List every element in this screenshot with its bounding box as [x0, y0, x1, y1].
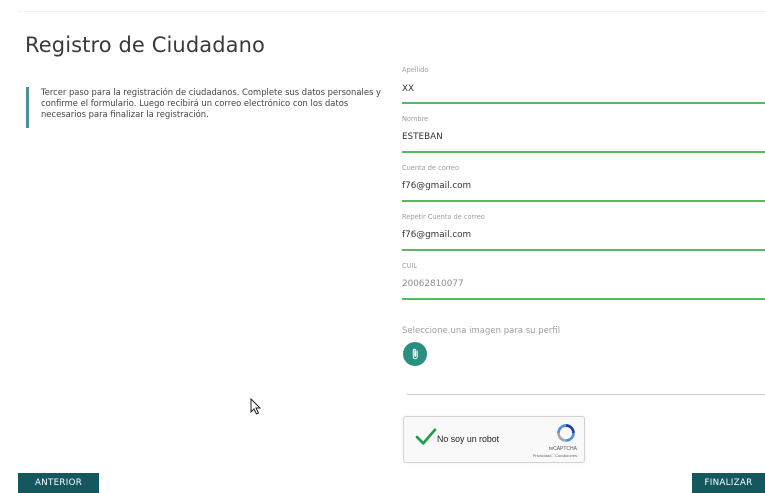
page-title: Registro de Ciudadano [25, 33, 265, 57]
top-divider [18, 11, 765, 12]
recaptcha-brand: reCAPTCHA [548, 446, 577, 452]
email-confirm-value[interactable]: f76@gmail.com [402, 230, 471, 240]
apellido-value[interactable]: XX [402, 84, 414, 94]
attach-image-button[interactable] [403, 342, 427, 366]
mouse-pointer-icon [250, 398, 262, 415]
email-value[interactable]: f76@gmail.com [402, 181, 471, 191]
email-field[interactable]: Cuenta de correo f76@gmail.com [402, 164, 765, 202]
recaptcha-logo-icon [557, 424, 575, 442]
profile-image-label: Seleccione una imagen para su perfil [402, 326, 561, 336]
nombre-label: Nombre [402, 115, 429, 123]
finish-button[interactable]: FINALIZAR [692, 473, 765, 493]
cuil-field[interactable]: CUIL 20062810077 [402, 262, 765, 300]
email-confirm-label: Repetir Cuenta de correo [402, 213, 485, 221]
previous-button[interactable]: ANTERIOR [18, 473, 99, 493]
email-confirm-field[interactable]: Repetir Cuenta de correo f76@gmail.com [402, 213, 765, 251]
email-label: Cuenta de correo [402, 164, 459, 172]
nombre-value[interactable]: ESTEBAN [402, 132, 443, 142]
recaptcha-widget[interactable]: No soy un robot reCAPTCHA Privacidad - C… [403, 416, 585, 463]
recaptcha-terms[interactable]: Privacidad - Condiciones [533, 453, 577, 458]
nombre-field[interactable]: Nombre ESTEBAN [402, 115, 765, 153]
image-field-underline [407, 394, 765, 395]
apellido-field[interactable]: Apellido XX [402, 66, 765, 104]
apellido-label: Apellido [402, 66, 429, 74]
check-icon[interactable] [415, 428, 437, 446]
cuil-value[interactable]: 20062810077 [402, 279, 464, 289]
paperclip-icon [412, 348, 418, 360]
intro-text: Tercer paso para la registración de ciud… [41, 87, 381, 119]
intro-callout: Tercer paso para la registración de ciud… [26, 87, 388, 128]
recaptcha-label: No soy un robot [437, 434, 500, 444]
cuil-label: CUIL [402, 262, 418, 270]
